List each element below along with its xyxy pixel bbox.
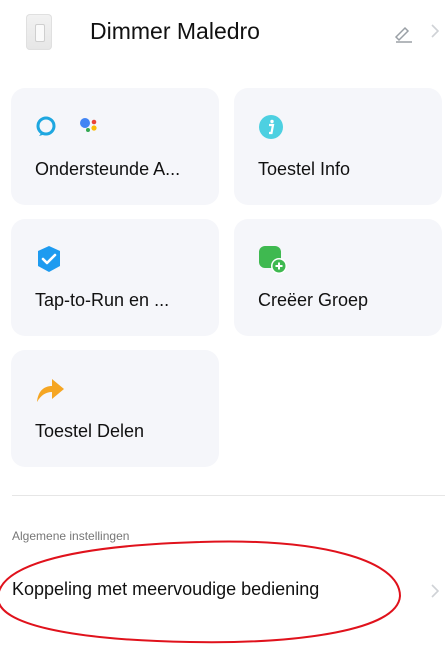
section-title-general: Algemene instellingen — [12, 529, 130, 543]
share-arrow-icon — [37, 379, 64, 402]
card-label: Ondersteunde A... — [35, 159, 181, 179]
card-device-info[interactable]: Toestel Info — [234, 88, 442, 205]
google-assistant-icon — [80, 118, 97, 132]
section-divider — [12, 495, 445, 496]
settings-row-multi-control[interactable]: Koppeling met meervoudige bediening — [0, 560, 445, 624]
switch-graphic — [35, 24, 45, 42]
card-share-device[interactable]: Toestel Delen — [11, 350, 219, 467]
settings-row-label: Koppeling met meervoudige bediening — [12, 579, 320, 599]
chevron-right-icon[interactable] — [428, 20, 442, 42]
device-header: Dimmer Maledro — [0, 0, 445, 64]
pencil-icon[interactable] — [392, 22, 414, 44]
card-label: Toestel Delen — [35, 421, 145, 441]
chevron-right-icon — [431, 584, 440, 598]
tap-to-run-icon — [38, 246, 60, 272]
device-title: Dimmer Maledro — [90, 18, 260, 44]
card-icons — [35, 114, 115, 143]
device-thumbnail — [26, 14, 52, 50]
card-supported-assistants[interactable]: Ondersteunde A... — [11, 88, 219, 205]
card-create-group[interactable]: Creëer Groep — [234, 219, 442, 336]
card-tap-to-run[interactable]: Tap-to-Run en ... — [11, 219, 219, 336]
card-label: Tap-to-Run en ... — [35, 290, 170, 310]
card-label: Creëer Groep — [258, 290, 369, 310]
group-add-icon — [259, 246, 287, 274]
info-icon — [259, 115, 283, 139]
card-label: Toestel Info — [258, 159, 351, 179]
